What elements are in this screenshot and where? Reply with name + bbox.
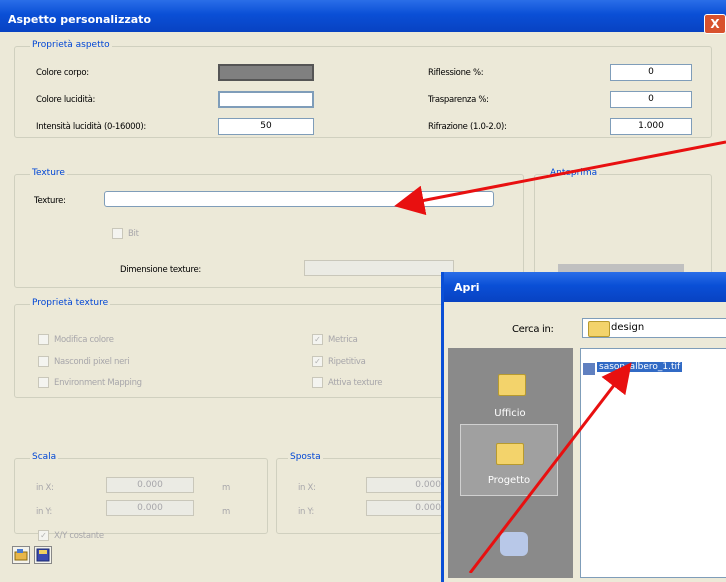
arrow-to-file xyxy=(468,362,632,573)
arrow-to-texture xyxy=(394,140,726,216)
annotation-overlay xyxy=(394,140,726,573)
